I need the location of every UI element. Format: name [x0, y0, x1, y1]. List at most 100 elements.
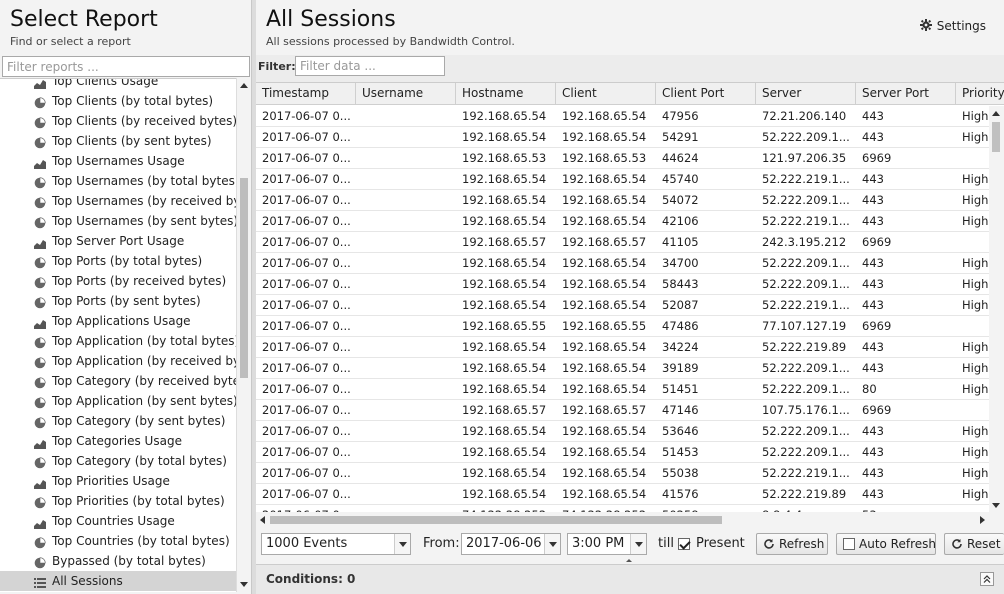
splitter-grip-icon[interactable] [626, 559, 632, 562]
table-cell: 47486 [662, 319, 699, 333]
column-header[interactable]: Client Port [656, 83, 756, 105]
column-header[interactable]: Server Port [856, 83, 956, 105]
table-cell: 192.168.65.54 [562, 130, 647, 144]
column-header[interactable]: Hostname [456, 83, 556, 105]
report-item[interactable]: Top Clients (by received bytes) [0, 111, 236, 131]
scroll-down-arrow-icon[interactable] [992, 503, 1000, 508]
report-item[interactable]: Top Clients (by sent bytes) [0, 131, 236, 151]
report-item[interactable]: Top Category (by sent bytes) [0, 411, 236, 431]
settings-button[interactable]: Settings [919, 19, 986, 33]
reset-button[interactable]: Reset [944, 533, 1004, 555]
chevron-down-icon[interactable] [394, 534, 410, 554]
table-vertical-scroll-thumb[interactable] [992, 122, 1000, 152]
scroll-right-arrow-icon[interactable] [980, 516, 985, 524]
table-row[interactable]: 2017-06-07 0... 192.168.65.54 192.168.65.5… [256, 211, 1004, 232]
from-date-field[interactable]: 2017-06-06 [461, 533, 561, 555]
report-item[interactable]: Top Usernames (by total bytes) [0, 171, 236, 191]
report-item-label: Top Clients (by total bytes) [52, 94, 214, 108]
expand-conditions-button[interactable] [980, 572, 994, 586]
scroll-up-arrow-icon[interactable] [992, 111, 1000, 116]
column-header[interactable]: Priority [956, 83, 1004, 105]
area-chart-icon [34, 475, 46, 489]
report-item[interactable]: Bypassed (by total bytes) [0, 551, 236, 571]
table-row[interactable]: 2017-06-07 0... 74.122.28.25274.122.28.25… [256, 505, 1004, 512]
table-row[interactable]: 2017-06-07 0... 192.168.65.54 192.168.65.5… [256, 190, 1004, 211]
report-header: All Sessions All sessions processed by B… [256, 0, 1004, 55]
events-count-select[interactable]: 1000 Events [261, 533, 411, 555]
report-item-label: Top Usernames (by total bytes) [52, 174, 236, 188]
table-row[interactable]: 2017-06-07 0... 192.168.65.57 192.168.65.5… [256, 232, 1004, 253]
table-row[interactable]: 2017-06-07 0... 192.168.65.54 192.168.65.5… [256, 337, 1004, 358]
table-row[interactable]: 2017-06-07 0... 192.168.65.53 192.168.65.5… [256, 148, 1004, 169]
table-row[interactable]: 2017-06-07 0... 192.168.65.54 192.168.65.5… [256, 442, 1004, 463]
table-row[interactable]: 2017-06-07 0... 192.168.65.54 192.168.65.5… [256, 169, 1004, 190]
report-item[interactable]: Top Priorities Usage [0, 471, 236, 491]
report-item[interactable]: Top Countries (by total bytes) [0, 531, 236, 551]
table-cell [356, 463, 456, 483]
calendar-icon[interactable] [544, 534, 560, 554]
report-item[interactable]: Top Category (by received bytes) [0, 371, 236, 391]
data-filter-input[interactable] [295, 56, 445, 76]
table-cell: 54072 [662, 193, 699, 207]
table-row[interactable]: 2017-06-07 0... 192.168.65.54 192.168.65.5… [256, 106, 1004, 127]
table-row[interactable]: 2017-06-07 0... 192.168.65.55 192.168.65.5… [256, 316, 1004, 337]
table-row[interactable]: 2017-06-07 0... 192.168.65.54 192.168.65.5… [256, 358, 1004, 379]
table-row[interactable]: 2017-06-07 0... 192.168.65.54 192.168.65.5… [256, 127, 1004, 148]
table-row[interactable]: 2017-06-07 0... 192.168.65.54 192.168.65.5… [256, 379, 1004, 400]
table-row[interactable]: 2017-06-07 0... 192.168.65.54 192.168.65.5… [256, 253, 1004, 274]
report-item[interactable]: Top Ports (by total bytes) [0, 251, 236, 271]
report-item-label: Top Ports (by received bytes) [52, 274, 227, 288]
report-item[interactable]: Top Application (by sent bytes) [0, 391, 236, 411]
column-header[interactable]: Timestamp [256, 83, 356, 105]
auto-refresh-button[interactable]: Auto Refresh [836, 533, 936, 555]
refresh-button[interactable]: Refresh [756, 533, 828, 555]
area-chart-icon [34, 515, 46, 529]
table-cell: 192.168.65.54 [562, 172, 647, 186]
pie-chart-icon [34, 355, 46, 369]
column-header[interactable]: Server [756, 83, 856, 105]
report-item[interactable]: Top Ports (by sent bytes) [0, 291, 236, 311]
report-item[interactable]: Top Usernames (by received bytes) [0, 191, 236, 211]
report-item[interactable]: Top Clients Usage [0, 79, 236, 91]
report-item[interactable]: All Sessions [0, 571, 236, 591]
auto-refresh-checkbox[interactable] [843, 538, 855, 550]
scroll-down-arrow-icon[interactable] [240, 582, 248, 587]
report-filter-input[interactable] [2, 56, 250, 77]
report-item[interactable]: Top Category (by total bytes) [0, 451, 236, 471]
report-item[interactable]: Top Priorities (by total bytes) [0, 491, 236, 511]
report-list-scroll-thumb[interactable] [240, 178, 248, 378]
table-cell: 52.222.219.89 [762, 487, 847, 501]
report-item[interactable]: Top Application (by received bytes) [0, 351, 236, 371]
report-item[interactable]: Top Usernames Usage [0, 151, 236, 171]
table-row[interactable]: 2017-06-07 0... 192.168.65.54 192.168.65.5… [256, 295, 1004, 316]
report-item[interactable]: Top Countries Usage [0, 511, 236, 531]
report-item[interactable]: Top Application (by total bytes) [0, 331, 236, 351]
table-row[interactable]: 2017-06-07 0... 192.168.65.54 192.168.65.5… [256, 463, 1004, 484]
table-cell: 192.168.65.54 [462, 172, 547, 186]
report-item[interactable]: Top Usernames (by sent bytes) [0, 211, 236, 231]
column-header[interactable]: Username [356, 83, 456, 105]
table-row[interactable]: 2017-06-07 0... 192.168.65.54 192.168.65.5… [256, 274, 1004, 295]
pie-chart-icon [34, 335, 46, 349]
column-header[interactable]: Client [556, 83, 656, 105]
scroll-up-arrow-icon[interactable] [240, 83, 248, 88]
table-vertical-scrollbar[interactable] [989, 106, 1004, 512]
table-row[interactable]: 2017-06-07 0... 192.168.65.57 192.168.65.5… [256, 400, 1004, 421]
pie-chart-icon [34, 135, 46, 149]
table-horizontal-scrollbar[interactable] [256, 512, 989, 527]
report-item[interactable]: Top Ports (by received bytes) [0, 271, 236, 291]
table-horizontal-scroll-thumb[interactable] [270, 516, 722, 524]
table-cell: 6969 [862, 235, 892, 249]
report-item[interactable]: Top Clients (by total bytes) [0, 91, 236, 111]
table-row[interactable]: 2017-06-07 0... 192.168.65.54 192.168.65.5… [256, 421, 1004, 442]
report-list-scrollbar[interactable] [236, 78, 250, 592]
report-item[interactable]: Top Server Port Usage [0, 231, 236, 251]
report-item[interactable]: Top Categories Usage [0, 431, 236, 451]
present-checkbox[interactable] [678, 538, 690, 550]
table-row[interactable]: 2017-06-07 0... 192.168.65.54 192.168.65.5… [256, 484, 1004, 505]
scroll-left-arrow-icon[interactable] [260, 516, 265, 524]
table-cell: 52.222.219.1... [762, 466, 850, 480]
report-item[interactable]: Top Applications Usage [0, 311, 236, 331]
from-time-select[interactable]: 3:00 PM [567, 533, 647, 555]
chevron-down-icon[interactable] [630, 534, 646, 554]
